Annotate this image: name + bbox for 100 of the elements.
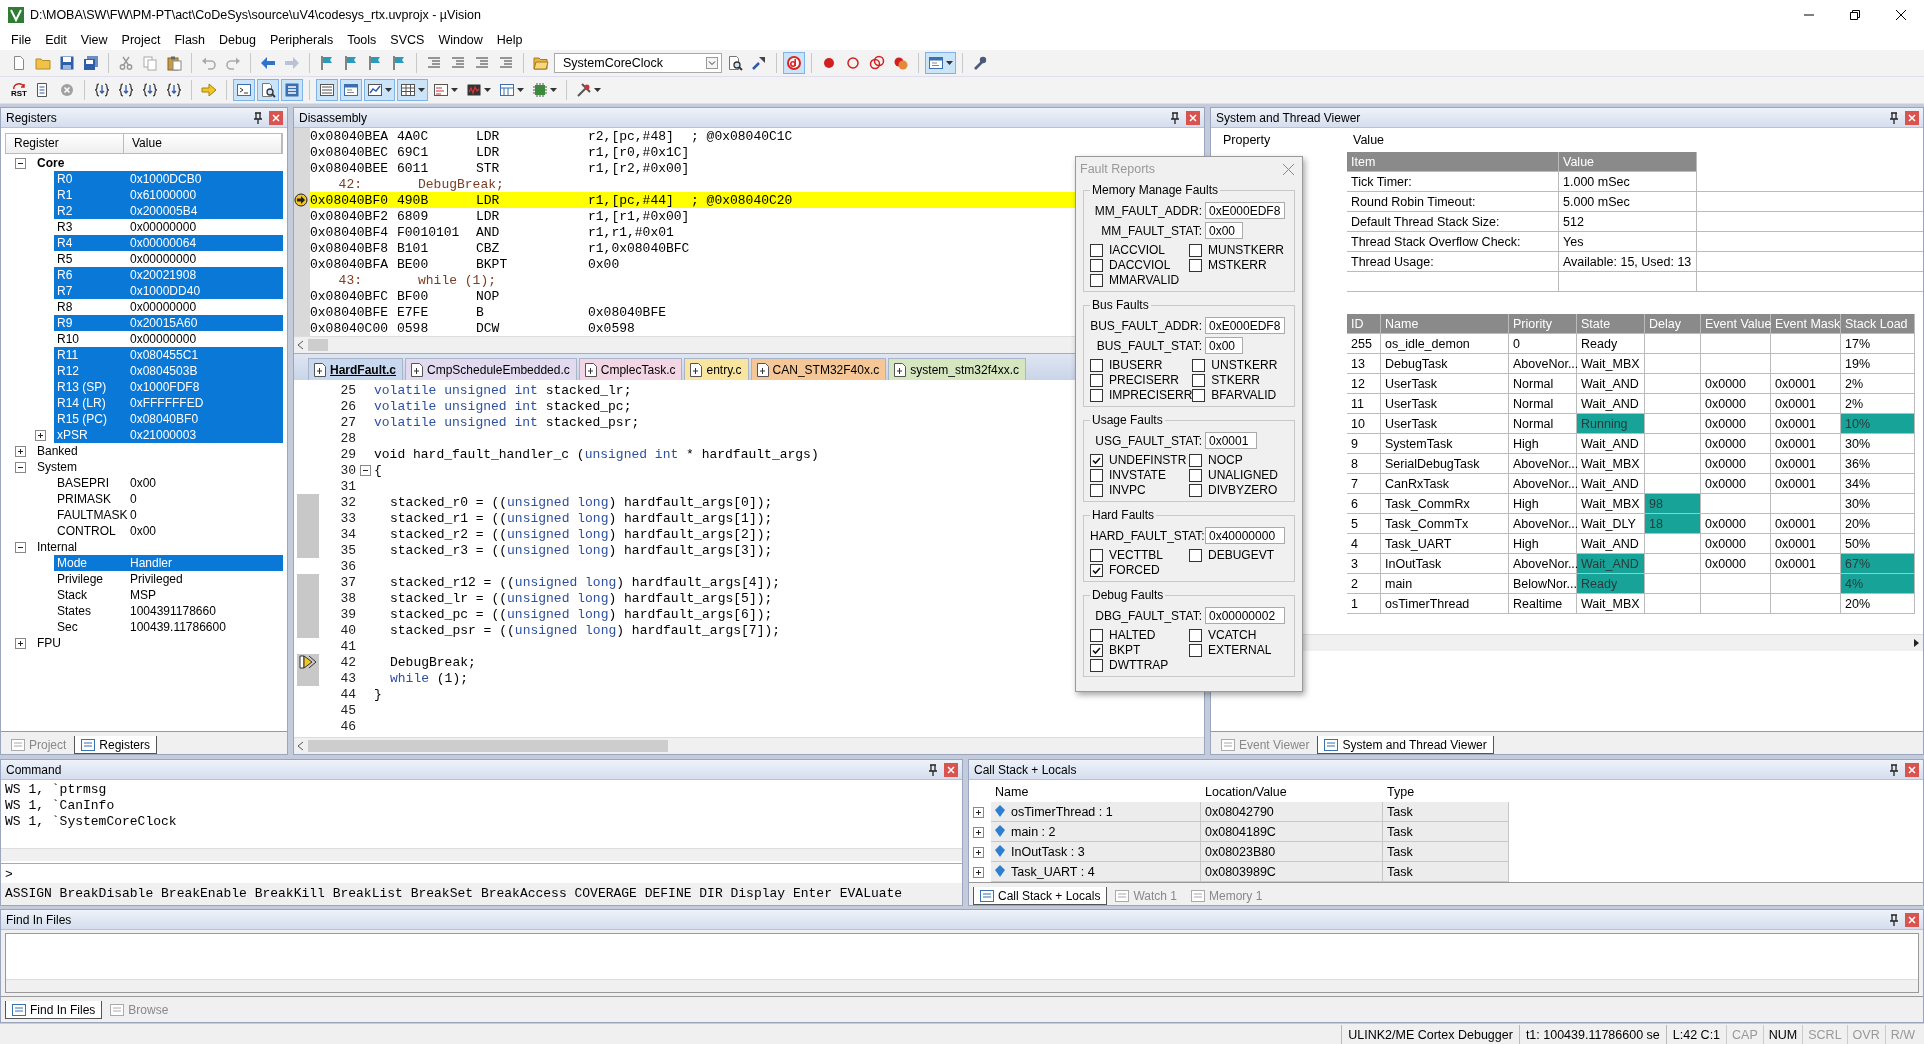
horizontal-scrollbar[interactable] (1, 848, 962, 861)
checkbox[interactable] (1090, 563, 1103, 577)
checkbox-label[interactable]: PRECISERR (1109, 373, 1179, 387)
column-header[interactable]: Register (6, 134, 124, 153)
panel-tab[interactable]: System and Thread Viewer (1317, 736, 1494, 754)
expander-icon[interactable] (35, 429, 46, 441)
pin-icon[interactable] (253, 111, 263, 124)
checkbox-label[interactable]: MMARVALID (1109, 273, 1180, 287)
text-field[interactable]: 0xE000EDF8 (1205, 317, 1285, 334)
checkbox-label[interactable]: VECTTBL (1109, 548, 1163, 562)
checkbox-label[interactable]: UNSTKERR (1211, 358, 1278, 372)
expander-icon[interactable] (15, 637, 26, 649)
checkbox[interactable] (1189, 258, 1202, 272)
scrollbar-thumb[interactable] (308, 740, 668, 752)
checkbox[interactable] (1090, 243, 1103, 257)
reset-button[interactable]: RST (8, 79, 30, 101)
text-field[interactable]: 0xE000EDF8 (1205, 202, 1285, 219)
expander-icon[interactable] (973, 866, 984, 878)
caret-icon[interactable] (594, 88, 601, 92)
checkbox-label[interactable]: FORCED (1109, 563, 1160, 577)
horizontal-scrollbar[interactable] (6, 979, 1918, 992)
checkbox-label[interactable]: BFARVALID (1211, 388, 1277, 402)
symbol-dropdown[interactable]: SystemCoreClock (554, 53, 722, 73)
restore-icon[interactable] (1850, 10, 1860, 20)
checkbox-label[interactable]: NOCP (1208, 453, 1243, 467)
caret-icon[interactable] (385, 88, 392, 92)
checkbox[interactable] (1189, 453, 1202, 467)
checkbox-label[interactable]: DIVBYZERO (1208, 483, 1278, 497)
checkbox-label[interactable]: IBUSERR (1109, 358, 1163, 372)
close-icon[interactable] (1896, 10, 1906, 20)
checkbox[interactable] (1189, 483, 1202, 497)
expander-icon[interactable] (15, 541, 26, 553)
menu-item[interactable]: Tools (340, 31, 384, 49)
checkbox[interactable] (1189, 243, 1202, 257)
panel-tab[interactable]: Registers (74, 736, 158, 754)
checkbox-label[interactable]: INVPC (1109, 483, 1146, 497)
menu-item[interactable]: Help (489, 31, 530, 49)
expander-icon[interactable] (15, 157, 26, 169)
menu-item[interactable]: Window (431, 31, 490, 49)
fold-icon[interactable] (359, 464, 371, 476)
file-tab[interactable]: entry.c (684, 358, 749, 380)
toolbar-button[interactable] (397, 79, 428, 101)
file-tab[interactable]: CAN_STM32F40x.c (750, 358, 887, 380)
caret-icon[interactable] (451, 88, 458, 92)
caret-icon[interactable] (484, 88, 491, 92)
checkbox[interactable] (1192, 358, 1206, 372)
checkbox-label[interactable]: DACCVIOL (1109, 258, 1171, 272)
caret-icon[interactable] (946, 61, 953, 65)
checkbox[interactable] (1090, 388, 1103, 402)
file-tab[interactable]: HardFault.c (308, 358, 403, 380)
pin-icon[interactable] (1889, 111, 1899, 124)
text-field[interactable]: 0x00 (1205, 222, 1243, 239)
checkbox-label[interactable]: UNALIGNED (1208, 468, 1278, 482)
toolbar-button[interactable] (316, 79, 338, 101)
toolbar-button[interactable] (233, 79, 255, 101)
checkbox-label[interactable]: INVSTATE (1109, 468, 1166, 482)
panel-tab[interactable]: Call Stack + Locals (973, 887, 1108, 905)
panel-tab[interactable]: Find In Files (5, 1001, 103, 1019)
file-tab[interactable]: CmplecTask.c (578, 358, 683, 380)
scrollbar-thumb[interactable] (308, 339, 328, 351)
checkbox-label[interactable]: IACCVIOL (1109, 243, 1165, 257)
column-header[interactable]: Value (124, 134, 282, 153)
menu-item[interactable]: View (73, 31, 115, 49)
expander-icon[interactable] (15, 461, 26, 473)
checkbox-label[interactable]: EXTERNAL (1208, 643, 1272, 657)
menu-item[interactable]: File (4, 31, 39, 49)
expander-icon[interactable] (973, 826, 984, 838)
checkbox[interactable] (1090, 273, 1103, 287)
checkbox[interactable] (1192, 373, 1206, 387)
checkbox[interactable] (1189, 468, 1202, 482)
text-field[interactable]: 0x40000000 (1205, 527, 1285, 544)
text-field[interactable]: 0x00000002 (1205, 607, 1285, 624)
file-tab[interactable]: CmpScheduleEmbedded.c (405, 358, 577, 380)
expander-icon[interactable] (973, 846, 984, 858)
toolbar-button[interactable] (364, 79, 395, 101)
checkbox[interactable] (1090, 453, 1103, 467)
toolbar-button[interactable] (340, 79, 362, 101)
checkbox[interactable] (1090, 643, 1103, 657)
caret-icon[interactable] (550, 88, 557, 92)
checkbox[interactable] (1090, 373, 1103, 387)
checkbox[interactable] (1090, 548, 1103, 562)
checkbox[interactable] (1189, 548, 1202, 562)
menu-item[interactable]: Debug (212, 31, 263, 49)
pin-icon[interactable] (1889, 763, 1899, 776)
pin-icon[interactable] (1889, 913, 1899, 926)
checkbox-label[interactable]: DWTTRAP (1109, 658, 1169, 672)
checkbox[interactable] (1090, 483, 1103, 497)
checkbox[interactable] (1192, 388, 1206, 402)
checkbox-label[interactable]: HALTED (1109, 628, 1156, 642)
checkbox-label[interactable]: MSTKERR (1208, 258, 1267, 272)
menu-item[interactable]: Edit (38, 31, 74, 49)
checkbox[interactable] (1189, 628, 1202, 642)
checkbox-label[interactable]: MUNSTKERR (1208, 243, 1284, 257)
toolbar-button[interactable] (925, 52, 956, 74)
expander-icon[interactable] (973, 806, 984, 818)
checkbox-label[interactable]: IMPRECISERR (1109, 388, 1193, 402)
expander-icon[interactable] (15, 445, 26, 457)
checkbox[interactable] (1090, 358, 1103, 372)
checkbox[interactable] (1090, 628, 1103, 642)
text-field[interactable]: 0x00 (1205, 337, 1243, 354)
